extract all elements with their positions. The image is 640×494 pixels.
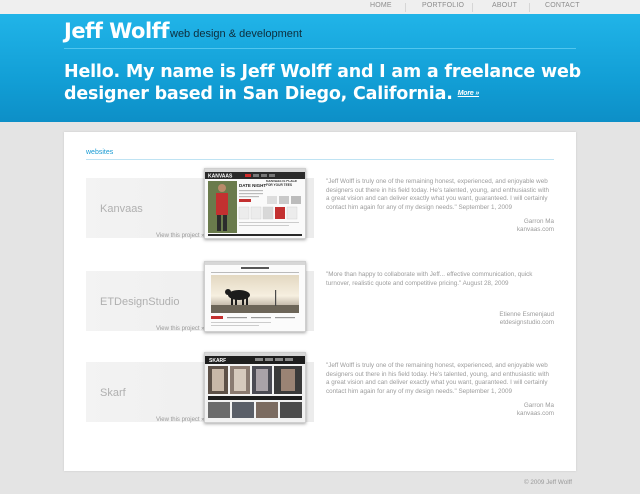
view-project-link[interactable]: View this project » [156, 326, 205, 332]
author-site: kanvaas.com [516, 225, 554, 233]
project-skarf: Skarf View this project » SKARF "Jeff Wo… [86, 352, 554, 427]
author-name: Etienne Esmenjaud [499, 311, 554, 318]
kanvaas-brand-text: KANVAAS [208, 174, 233, 180]
testimonial-text: "Jeff Wolff is truly one of the remainin… [326, 178, 550, 211]
project-name: ETDesignStudio [100, 296, 180, 308]
intro-text: Hello. My name is Jeff Wolff and I am a … [64, 62, 581, 104]
project-etdesignstudio: ETDesignStudio View this project » "More… [86, 261, 554, 336]
skarf-screenshot[interactable]: SKARF [204, 352, 306, 423]
hero-divider [64, 48, 576, 49]
skarf-thumbnail-image: SKARF [205, 353, 305, 422]
kanvaas-thumbnail-image: KANVAAS DATE NIGHT KANVAAS IS PLACE FOR … [205, 169, 305, 238]
etdesignstudio-thumbnail-image [205, 262, 305, 331]
kanvaas-side-text: KANVAAS IS PLACE FOR YOUR TEES [266, 180, 298, 187]
nav-portfolio[interactable]: PORTFOLIO [422, 2, 464, 9]
project-name: Kanvaas [100, 203, 143, 215]
nav-about[interactable]: ABOUT [492, 2, 517, 9]
section-divider [86, 159, 554, 160]
author-name: Garron Ma [523, 402, 554, 409]
skarf-brand-text: SKARF [209, 358, 226, 364]
testimonial-author: Etienne Esmenjaud etdesignstudio.com [499, 311, 554, 326]
author-site: etdesignstudio.com [499, 318, 554, 326]
nav-divider [472, 3, 473, 12]
testimonial-author: Garron Ma kanvaas.com [517, 402, 554, 417]
nav-divider [529, 3, 530, 12]
project-name: Skarf [100, 387, 126, 399]
portfolio-panel: websites Kanvaas View this project » KAN… [64, 132, 576, 471]
nav-contact[interactable]: CONTACT [545, 2, 580, 9]
testimonial: "Jeff Wolff is truly one of the remainin… [326, 362, 554, 396]
site-tagline: web design & development [170, 28, 303, 40]
testimonial-author: Garron Ma kanvaas.com [517, 218, 554, 233]
testimonial: "Jeff Wolff is truly one of the remainin… [326, 178, 554, 212]
footer-copyright: © 2009 Jeff Wolff [524, 479, 573, 486]
testimonial-text: "More than happy to collaborate with Jef… [326, 271, 533, 287]
intro-headline: Hello. My name is Jeff Wolff and I am a … [64, 61, 584, 105]
section-title: websites [86, 149, 114, 156]
view-project-link[interactable]: View this project » [156, 233, 205, 239]
hero-header: Jeff Wolff web design & development Hell… [0, 14, 640, 122]
testimonial-text: "Jeff Wolff is truly one of the remainin… [326, 362, 550, 395]
nav-home[interactable]: HOME [370, 2, 392, 9]
testimonial: "More than happy to collaborate with Jef… [326, 271, 554, 288]
kanvaas-screenshot[interactable]: KANVAAS DATE NIGHT KANVAAS IS PLACE FOR … [204, 168, 306, 239]
view-project-link[interactable]: View this project » [156, 417, 205, 423]
kanvaas-banner-text: DATE NIGHT [239, 183, 266, 188]
etdesignstudio-screenshot[interactable] [204, 261, 306, 332]
site-logo[interactable]: Jeff Wolff [64, 19, 169, 43]
author-name: Garron Ma [523, 218, 554, 225]
author-site: kanvaas.com [516, 409, 554, 417]
more-link[interactable]: More » [458, 90, 480, 97]
nav-divider [405, 3, 406, 12]
top-nav: HOME PORTFOLIO ABOUT CONTACT [0, 0, 640, 14]
project-kanvaas: Kanvaas View this project » KANVAAS DATE… [86, 168, 554, 243]
